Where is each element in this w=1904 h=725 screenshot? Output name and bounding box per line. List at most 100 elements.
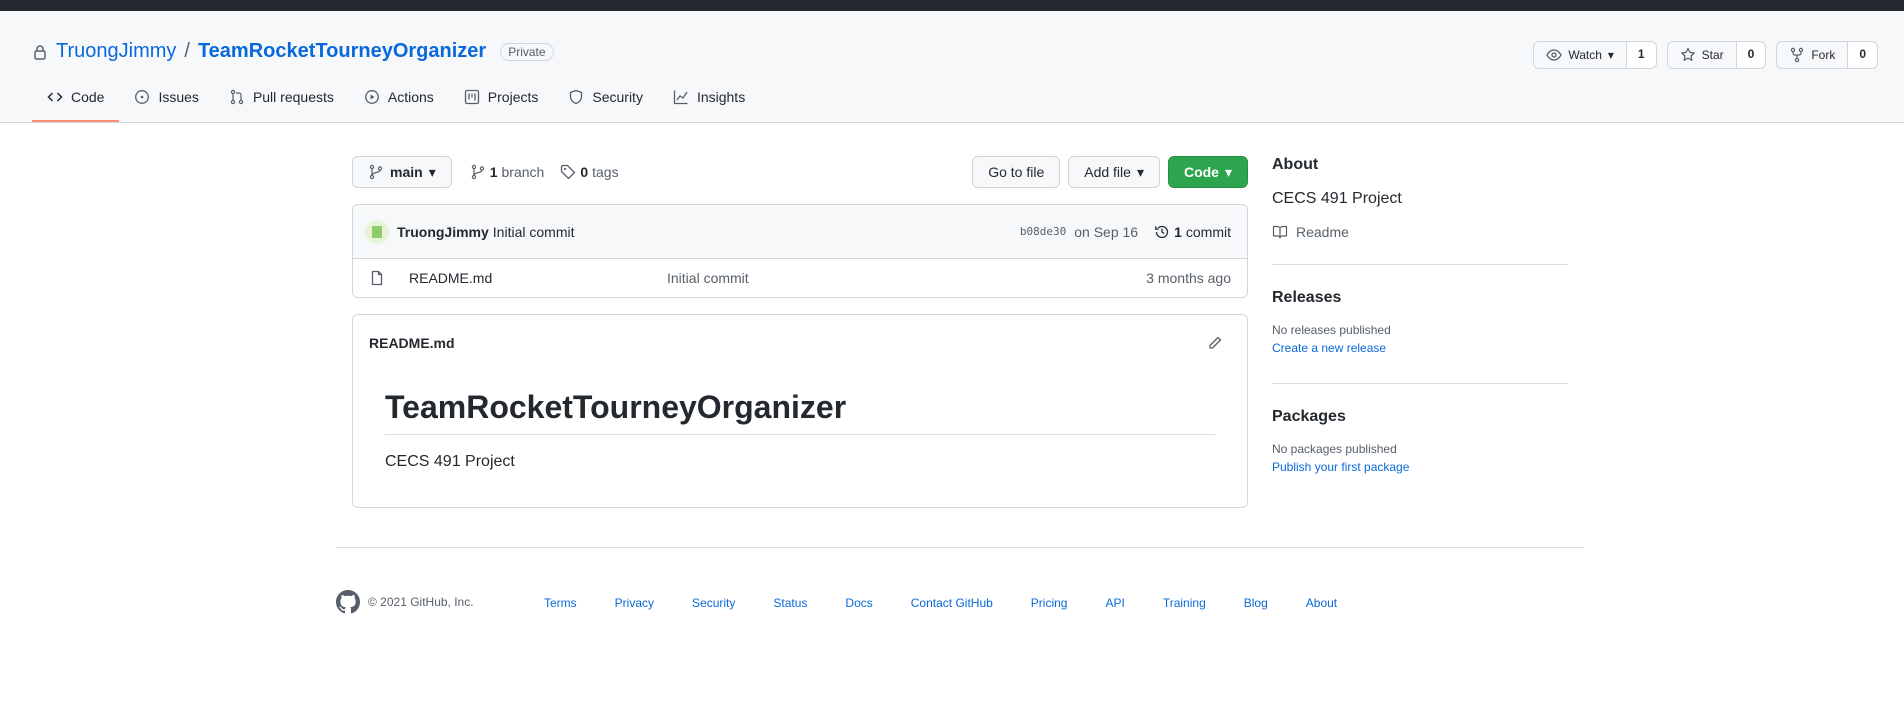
commit-sha-link[interactable]: b08de30 bbox=[1020, 225, 1066, 238]
readme-filename[interactable]: README.md bbox=[369, 335, 455, 351]
no-packages-text: No packages published bbox=[1272, 442, 1397, 456]
commit-message-link[interactable]: Initial commit bbox=[493, 224, 575, 240]
about-title: About bbox=[1272, 156, 1319, 173]
repo-title: TruongJimmy / TeamRocketTourneyOrganizer… bbox=[32, 40, 554, 63]
star-label: Star bbox=[1701, 48, 1724, 62]
caret-down-icon: ▾ bbox=[1224, 163, 1232, 180]
code-button-label: Code bbox=[1183, 164, 1219, 180]
github-logo-icon[interactable] bbox=[336, 590, 360, 614]
branch-name: main bbox=[390, 164, 423, 180]
fork-group: Fork 0 bbox=[1776, 41, 1878, 69]
tab-actions-label: Actions bbox=[387, 89, 434, 105]
footer-link-docs[interactable]: Docs bbox=[845, 596, 872, 610]
branch-count-label: branch bbox=[501, 164, 545, 180]
repo-main: main ▾ 1 branch 0 tags Go to file Add fi… bbox=[352, 156, 1248, 508]
copyright-text: © 2021 GitHub, Inc. bbox=[368, 595, 474, 609]
watch-count[interactable]: 1 bbox=[1626, 42, 1656, 68]
footer-link-pricing[interactable]: Pricing bbox=[1031, 596, 1068, 610]
packages-title[interactable]: Packages bbox=[1272, 408, 1568, 426]
tab-insights[interactable]: Insights bbox=[658, 74, 760, 122]
history-icon bbox=[1154, 224, 1170, 240]
footer-link-contact[interactable]: Contact GitHub bbox=[911, 596, 993, 610]
file-listing: TruongJimmy Initial commit b08de30 on Se… bbox=[352, 204, 1248, 298]
lock-icon bbox=[32, 44, 48, 60]
watch-button[interactable]: Watch ▾ bbox=[1534, 42, 1627, 68]
repo-name-link[interactable]: TeamRocketTourneyOrganizer bbox=[198, 40, 486, 63]
readme-link[interactable]: Readme bbox=[1272, 224, 1568, 240]
star-button[interactable]: Star bbox=[1668, 42, 1737, 68]
commit-author-link[interactable]: TruongJimmy bbox=[397, 224, 489, 240]
add-file-button[interactable]: Add file ▾ bbox=[1068, 156, 1160, 188]
footer-link-security[interactable]: Security bbox=[692, 596, 735, 610]
fork-label: Fork bbox=[1811, 48, 1836, 62]
tab-code[interactable]: Code bbox=[32, 74, 120, 122]
commit-count: 1 bbox=[1174, 223, 1182, 240]
code-icon bbox=[47, 89, 63, 105]
tab-actions[interactable]: Actions bbox=[349, 74, 449, 122]
footer-link-terms[interactable]: Terms bbox=[544, 596, 577, 610]
repo-header: TruongJimmy / TeamRocketTourneyOrganizer… bbox=[0, 11, 1904, 123]
footer-link-blog[interactable]: Blog bbox=[1244, 596, 1268, 610]
pencil-icon[interactable] bbox=[1207, 335, 1223, 351]
publish-package-link[interactable]: Publish your first package bbox=[1272, 460, 1568, 474]
releases-section: Releases No releases published Create a … bbox=[1272, 289, 1568, 384]
readme-heading: TeamRocketTourneyOrganizer bbox=[385, 389, 1215, 435]
play-icon bbox=[364, 89, 380, 105]
tag-icon bbox=[560, 164, 576, 180]
repo-tabs: Code Issues Pull requests Actions Projec… bbox=[32, 74, 760, 122]
tab-issues-label: Issues bbox=[158, 89, 199, 105]
branch-icon bbox=[368, 164, 384, 180]
tab-projects[interactable]: Projects bbox=[449, 74, 554, 122]
caret-down-icon: ▾ bbox=[1607, 48, 1614, 62]
star-count[interactable]: 0 bbox=[1736, 42, 1766, 68]
branch-count-link[interactable]: 1 branch bbox=[470, 164, 545, 180]
repo-owner-link[interactable]: TruongJimmy bbox=[56, 40, 176, 63]
footer-links: Terms Privacy Security Status Docs Conta… bbox=[544, 596, 1375, 610]
go-to-file-button[interactable]: Go to file bbox=[972, 156, 1061, 188]
tag-count-link[interactable]: 0 tags bbox=[560, 164, 619, 180]
footer-link-api[interactable]: API bbox=[1105, 596, 1124, 610]
footer-link-about[interactable]: About bbox=[1306, 596, 1337, 610]
code-button[interactable]: Code ▾ bbox=[1167, 156, 1248, 188]
footer-link-privacy[interactable]: Privacy bbox=[615, 596, 654, 610]
visibility-badge: Private bbox=[500, 42, 554, 61]
commit-count-label: commit bbox=[1185, 223, 1231, 240]
releases-title[interactable]: Releases bbox=[1272, 289, 1568, 307]
project-icon bbox=[464, 89, 480, 105]
latest-commit-bar: TruongJimmy Initial commit b08de30 on Se… bbox=[353, 205, 1247, 259]
file-name-link[interactable]: README.md bbox=[409, 270, 667, 286]
repo-actions: Watch ▾ 1 Star 0 Fork 0 bbox=[1533, 41, 1878, 69]
tab-security-label: Security bbox=[592, 89, 643, 105]
fork-count[interactable]: 0 bbox=[1848, 42, 1877, 68]
shield-icon bbox=[568, 89, 584, 105]
footer-link-training[interactable]: Training bbox=[1163, 596, 1206, 610]
commit-history-link[interactable]: 1 commit bbox=[1154, 224, 1231, 240]
about-section: About CECS 491 Project Readme bbox=[1272, 156, 1568, 265]
no-releases-text: No releases published bbox=[1272, 323, 1391, 337]
footer-left: © 2021 GitHub, Inc. bbox=[336, 590, 474, 614]
branch-select-button[interactable]: main ▾ bbox=[352, 156, 452, 188]
file-age: 3 months ago bbox=[1146, 270, 1231, 286]
page-footer: © 2021 GitHub, Inc. Terms Privacy Securi… bbox=[336, 547, 1584, 627]
star-group: Star 0 bbox=[1666, 41, 1767, 69]
footer-link-status[interactable]: Status bbox=[773, 596, 807, 610]
readme-panel: README.md TeamRocketTourneyOrganizer CEC… bbox=[352, 314, 1248, 508]
caret-down-icon: ▾ bbox=[1136, 163, 1144, 180]
tab-projects-label: Projects bbox=[487, 89, 539, 105]
tab-pull-requests[interactable]: Pull requests bbox=[214, 74, 349, 122]
create-release-link[interactable]: Create a new release bbox=[1272, 341, 1568, 355]
top-bar bbox=[0, 0, 1904, 11]
star-icon bbox=[1680, 47, 1696, 63]
fork-button[interactable]: Fork bbox=[1777, 42, 1849, 68]
tab-security[interactable]: Security bbox=[553, 74, 658, 122]
caret-down-icon: ▾ bbox=[428, 163, 436, 180]
add-file-label: Add file bbox=[1084, 164, 1131, 180]
list-item[interactable]: README.md Initial commit 3 months ago bbox=[353, 259, 1247, 297]
tab-issues[interactable]: Issues bbox=[119, 74, 213, 122]
packages-section: Packages No packages published Publish y… bbox=[1272, 408, 1568, 502]
avatar[interactable] bbox=[365, 219, 389, 244]
readme-link-label: Readme bbox=[1296, 224, 1349, 240]
file-commit-message-link[interactable]: Initial commit bbox=[667, 270, 749, 286]
watch-group: Watch ▾ 1 bbox=[1533, 41, 1657, 69]
repo-separator: / bbox=[184, 40, 190, 62]
